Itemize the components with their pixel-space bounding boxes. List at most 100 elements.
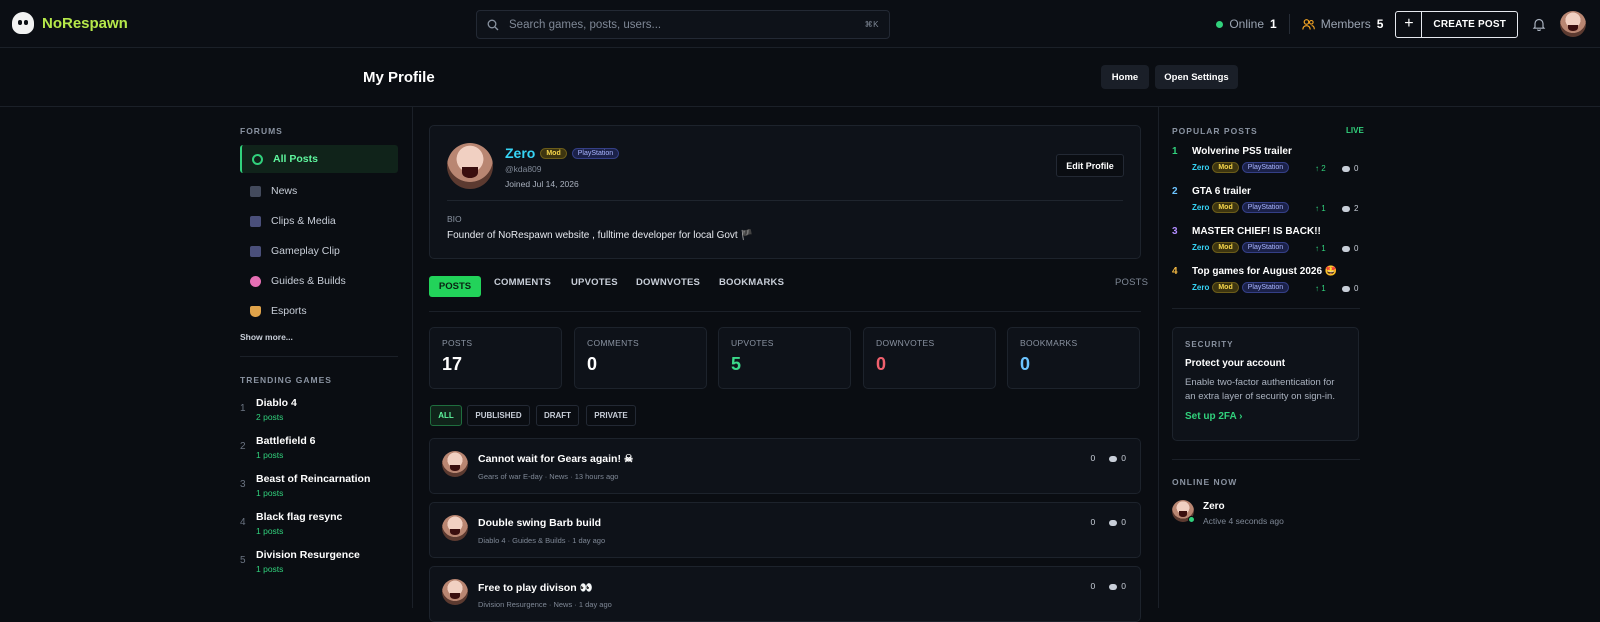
- sidebar-item-guides-builds[interactable]: Guides & Builds: [240, 267, 398, 295]
- trending-game[interactable]: 5 Division Resurgence 1 posts: [240, 549, 398, 574]
- filter-all[interactable]: ALL: [430, 405, 462, 426]
- top-navbar: NoRespawn ⌘K Online 1 Members 5 + CREATE…: [0, 0, 1600, 48]
- popular-meta: Zero Mod PlayStation: [1192, 282, 1290, 293]
- sidebar-item-all-posts[interactable]: All Posts: [240, 145, 398, 173]
- create-post-button[interactable]: + CREATE POST: [1395, 10, 1518, 38]
- shortcut-hint: ⌘K: [864, 20, 879, 29]
- plus-icon: +: [1396, 11, 1423, 37]
- post-title[interactable]: Cannot wait for Gears again! ☠: [478, 453, 633, 465]
- sidebar-item-news[interactable]: News: [240, 177, 398, 205]
- game-rank: 4: [240, 517, 246, 528]
- post-stats: 00: [1091, 517, 1126, 527]
- game-post-count: 1 posts: [256, 564, 284, 574]
- post-avatar: [442, 515, 468, 541]
- mod-badge: Mod: [540, 147, 567, 159]
- popular-user: Zero: [1192, 283, 1210, 292]
- film-icon: [250, 215, 261, 227]
- post-item[interactable]: Cannot wait for Gears again! ☠ Gears of …: [429, 438, 1141, 494]
- edit-profile-button[interactable]: Edit Profile: [1056, 154, 1124, 177]
- profile-handle: @kda809: [505, 164, 542, 174]
- security-card: SECURITY Protect your account Enable two…: [1172, 327, 1359, 441]
- page-header: My Profile Home Open Settings: [0, 49, 1600, 107]
- post-avatar: [442, 579, 468, 605]
- post-stats: 00: [1091, 581, 1126, 591]
- popular-title[interactable]: MASTER CHIEF! IS BACK!!: [1192, 226, 1321, 237]
- tab-bookmarks[interactable]: BOOKMARKS: [719, 277, 784, 288]
- post-comment-count: 0: [1121, 453, 1126, 463]
- profile-avatar: [447, 143, 493, 189]
- stat-card-downvotes: DOWNVOTES 0: [863, 327, 996, 389]
- post-title[interactable]: Free to play divison 👀: [478, 581, 593, 594]
- platform-badge: PlayStation: [1241, 162, 1290, 173]
- popular-comments: 0: [1342, 284, 1358, 293]
- popular-user: Zero: [1192, 163, 1210, 172]
- tab-upvotes[interactable]: UPVOTES: [571, 277, 618, 288]
- logo[interactable]: NoRespawn: [12, 12, 128, 34]
- comment-icon: [1342, 285, 1350, 292]
- sidebar-item-gameplay-clip[interactable]: Gameplay Clip: [240, 237, 398, 265]
- comment-icon: [1342, 205, 1350, 212]
- stat-card-comments: COMMENTS 0: [574, 327, 707, 389]
- game-name: Division Resurgence: [256, 549, 360, 561]
- divider: [1172, 459, 1360, 460]
- popular-rank: 2: [1172, 186, 1178, 197]
- filter-private[interactable]: PRIVATE: [586, 405, 636, 426]
- popular-comment-count: 2: [1354, 204, 1359, 213]
- home-button[interactable]: Home: [1101, 65, 1149, 89]
- post-title[interactable]: Double swing Barb build: [478, 517, 601, 529]
- trending-game[interactable]: 4 Black flag resync 1 posts: [240, 511, 398, 536]
- online-user-name[interactable]: Zero: [1203, 501, 1225, 512]
- post-avatar: [442, 451, 468, 477]
- newspaper-icon: [250, 185, 261, 197]
- filter-draft[interactable]: DRAFT: [536, 405, 579, 426]
- trending-game[interactable]: 3 Beast of Reincarnation 1 posts: [240, 473, 398, 498]
- show-more-link[interactable]: Show more...: [240, 332, 398, 342]
- post-item[interactable]: Free to play divison 👀 Division Resurgen…: [429, 566, 1141, 622]
- user-avatar[interactable]: [1560, 11, 1586, 37]
- setup-2fa-link[interactable]: Set up 2FA ›: [1185, 411, 1346, 422]
- comment-icon: [1342, 245, 1350, 252]
- popular-rank: 1: [1172, 146, 1178, 157]
- tab-comments[interactable]: COMMENTS: [494, 277, 551, 288]
- trending-game[interactable]: 1 Diablo 4 2 posts: [240, 397, 398, 422]
- open-settings-button[interactable]: Open Settings: [1155, 65, 1238, 89]
- tab-downvotes[interactable]: DOWNVOTES: [636, 277, 700, 288]
- sidebar-item-esports[interactable]: Esports: [240, 297, 398, 325]
- popular-title[interactable]: GTA 6 trailer: [1192, 186, 1251, 197]
- search-input[interactable]: [509, 18, 855, 31]
- online-label: Online: [1229, 17, 1265, 31]
- post-votes: 0: [1090, 453, 1096, 463]
- tab-posts[interactable]: POSTS: [429, 276, 481, 297]
- bio-label: BIO: [447, 214, 462, 224]
- trending-game[interactable]: 2 Battlefield 6 1 posts: [240, 435, 398, 460]
- column-divider: [1158, 107, 1159, 608]
- post-item[interactable]: Double swing Barb build Diablo 4 · Guide…: [429, 502, 1141, 558]
- sidebar-item-label: Esports: [271, 305, 307, 317]
- sidebar-item-label: All Posts: [273, 153, 318, 165]
- popular-rank: 3: [1172, 226, 1178, 237]
- online-status-dot-icon: [1188, 516, 1195, 523]
- popular-comment-count: 0: [1354, 164, 1359, 173]
- sidebar-item-clips-media[interactable]: Clips & Media: [240, 207, 398, 235]
- game-rank: 2: [240, 441, 246, 452]
- game-name: Black flag resync: [256, 511, 343, 523]
- game-name: Battlefield 6: [256, 435, 316, 447]
- online-dot-icon: [1216, 20, 1224, 28]
- post-comments: 0: [1109, 517, 1126, 527]
- filter-published[interactable]: PUBLISHED: [467, 405, 530, 426]
- popular-meta: Zero Mod PlayStation: [1192, 202, 1290, 213]
- game-rank: 3: [240, 479, 246, 490]
- bell-icon[interactable]: [1532, 17, 1546, 31]
- profile-name-row: Zero Mod PlayStation: [505, 145, 620, 161]
- search-bar[interactable]: ⌘K: [476, 10, 890, 39]
- brain-icon: [250, 275, 261, 287]
- popular-title[interactable]: Wolverine PS5 trailer: [1192, 146, 1292, 157]
- stat-card-posts: POSTS 17: [429, 327, 562, 389]
- post-votes: 0: [1090, 581, 1096, 591]
- bio-text: Founder of NoRespawn website , fulltime …: [447, 230, 753, 241]
- popular-title[interactable]: Top games for August 2026 🤩: [1192, 266, 1337, 277]
- profile-name: Zero: [505, 145, 536, 161]
- live-badge: LIVE: [1346, 126, 1364, 135]
- trending-heading: TRENDING GAMES: [240, 375, 332, 385]
- divider: [240, 356, 398, 357]
